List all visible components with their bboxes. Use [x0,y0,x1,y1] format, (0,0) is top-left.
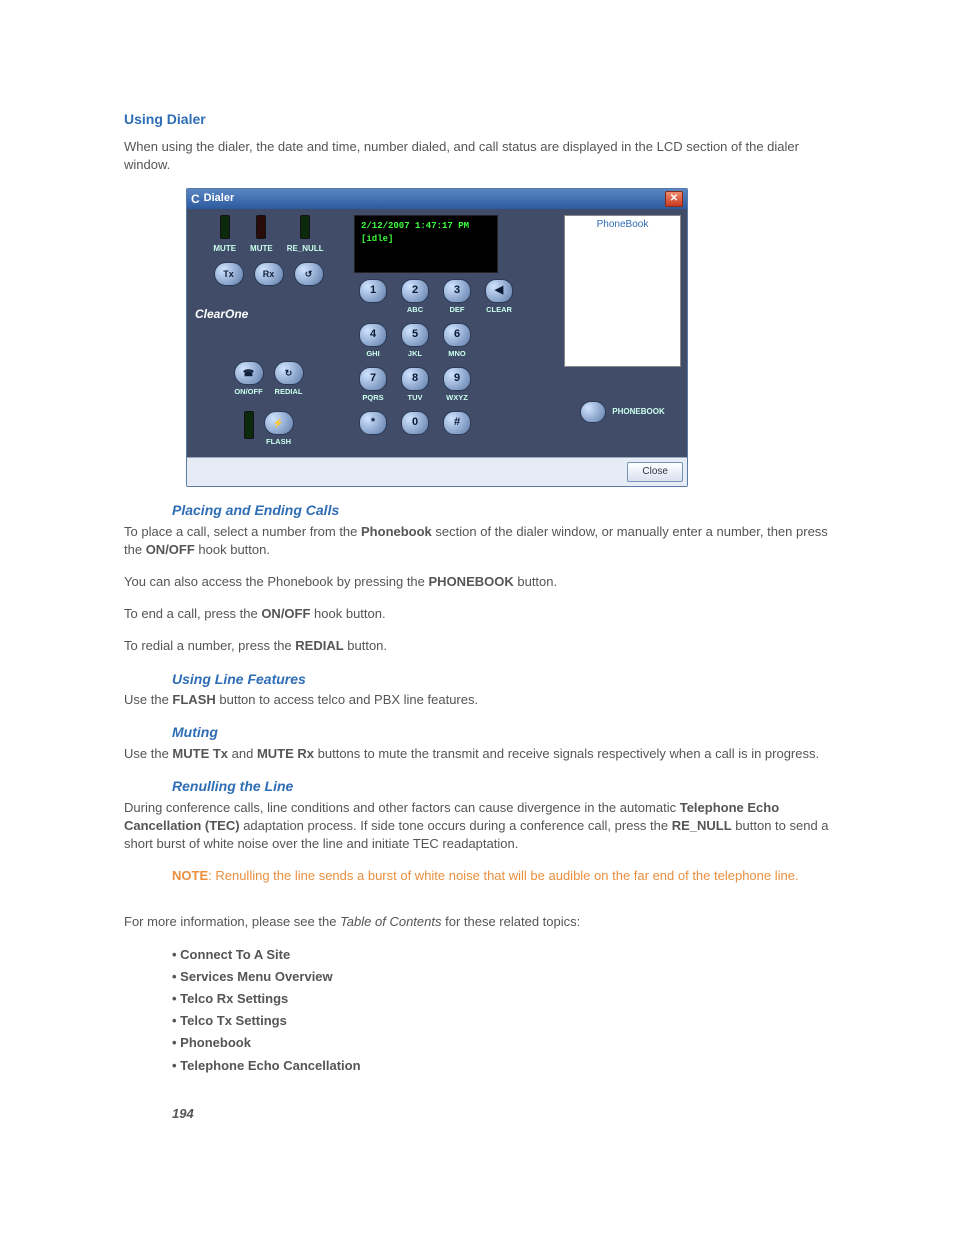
renull-button[interactable]: ↺ [294,262,324,286]
keypad-key-#[interactable]: # [443,411,471,435]
topic-item: Connect To A Site [172,946,844,964]
onoff-label: ON/OFF [234,387,262,398]
keypad-key-6[interactable]: 6 [443,323,471,347]
onoff-button[interactable]: ☎ [234,361,264,385]
dialer-window: C Dialer ✕ MUTE MUTE RE_NULL Tx Rx ↺ Cle… [186,188,688,487]
subheading-line: Using Line Features [172,670,844,690]
keypad-label: ABC [407,305,423,316]
topic-item: Telephone Echo Cancellation [172,1057,844,1075]
keypad-label: DEF [450,305,465,316]
keypad: 12 ABC 3 DEF ◀ CLEAR 4 GHI 5 JKL 6 MNO 7 PQRS 8 TUV 9 WXY… [354,279,554,451]
keypad-label: JKL [408,349,422,360]
close-icon[interactable]: ✕ [665,191,683,207]
placing-p2: You can also access the Phonebook by pre… [124,573,844,591]
keypad-key-◀[interactable]: ◀ [485,279,513,303]
flash-label: FLASH [266,437,291,448]
section-heading: Using Dialer [124,110,844,130]
keypad-label: PQRS [362,393,383,404]
mute-rx-button[interactable]: Rx [254,262,284,286]
keypad-key-*[interactable]: * [359,411,387,435]
note-block: NOTE: Renulling the line sends a burst o… [172,867,844,885]
phonebook-list[interactable]: PhoneBook [564,215,681,367]
keypad-label: CLEAR [486,305,512,316]
keypad-key-2[interactable]: 2 [401,279,429,303]
mute-tx-button[interactable]: Tx [214,262,244,286]
subheading-renull: Renulling the Line [172,777,844,797]
topic-item: Telco Rx Settings [172,990,844,1008]
lcd-display: 2/12/2007 1:47:17 PM [idle] [354,215,498,273]
redial-label: REDIAL [275,387,303,398]
mute-led-label-2: MUTE [250,243,273,254]
redial-button[interactable]: ↻ [274,361,304,385]
renull-led-label: RE_NULL [287,243,324,254]
mute-led-label-1: MUTE [213,243,236,254]
lcd-line-1: 2/12/2007 1:47:17 PM [361,220,491,233]
subheading-muting: Muting [172,723,844,743]
placing-p3: To end a call, press the ON/OFF hook but… [124,605,844,623]
phonebook-button[interactable] [580,401,606,423]
titlebar: C Dialer ✕ [187,189,687,209]
keypad-key-9[interactable]: 9 [443,367,471,391]
keypad-key-0[interactable]: 0 [401,411,429,435]
lcd-line-2: [idle] [361,233,491,246]
phonebook-title: PhoneBook [565,216,680,234]
intro-paragraph: When using the dialer, the date and time… [124,138,844,174]
muting-p1: Use the MUTE Tx and MUTE Rx buttons to m… [124,745,844,763]
keypad-key-3[interactable]: 3 [443,279,471,303]
topic-item: Telco Tx Settings [172,1012,844,1030]
keypad-key-4[interactable]: 4 [359,323,387,347]
keypad-key-7[interactable]: 7 [359,367,387,391]
keypad-label: TUV [408,393,423,404]
keypad-label: MNO [448,349,466,360]
more-info: For more information, please see the Tab… [124,913,844,931]
close-button[interactable]: Close [627,462,683,482]
keypad-key-1[interactable]: 1 [359,279,387,303]
page-number: 194 [172,1105,844,1123]
subheading-placing: Placing and Ending Calls [172,501,844,521]
line-p1: Use the FLASH button to access telco and… [124,691,844,709]
brand-logo: ClearOne [195,306,342,323]
keypad-key-8[interactable]: 8 [401,367,429,391]
placing-p1: To place a call, select a number from th… [124,523,844,559]
placing-p4: To redial a number, press the REDIAL but… [124,637,844,655]
flash-button[interactable]: ⚡ [264,411,294,435]
topics-list: Connect To A Site Services Menu Overview T… [172,946,844,1075]
window-title: Dialer [204,191,665,206]
topic-item: Phonebook [172,1034,844,1052]
phonebook-button-label: PHONEBOOK [612,406,664,417]
keypad-label: GHI [366,349,379,360]
topic-item: Services Menu Overview [172,968,844,986]
keypad-label: WXYZ [446,393,468,404]
keypad-key-5[interactable]: 5 [401,323,429,347]
renull-p1: During conference calls, line conditions… [124,799,844,854]
app-icon: C [191,191,200,208]
